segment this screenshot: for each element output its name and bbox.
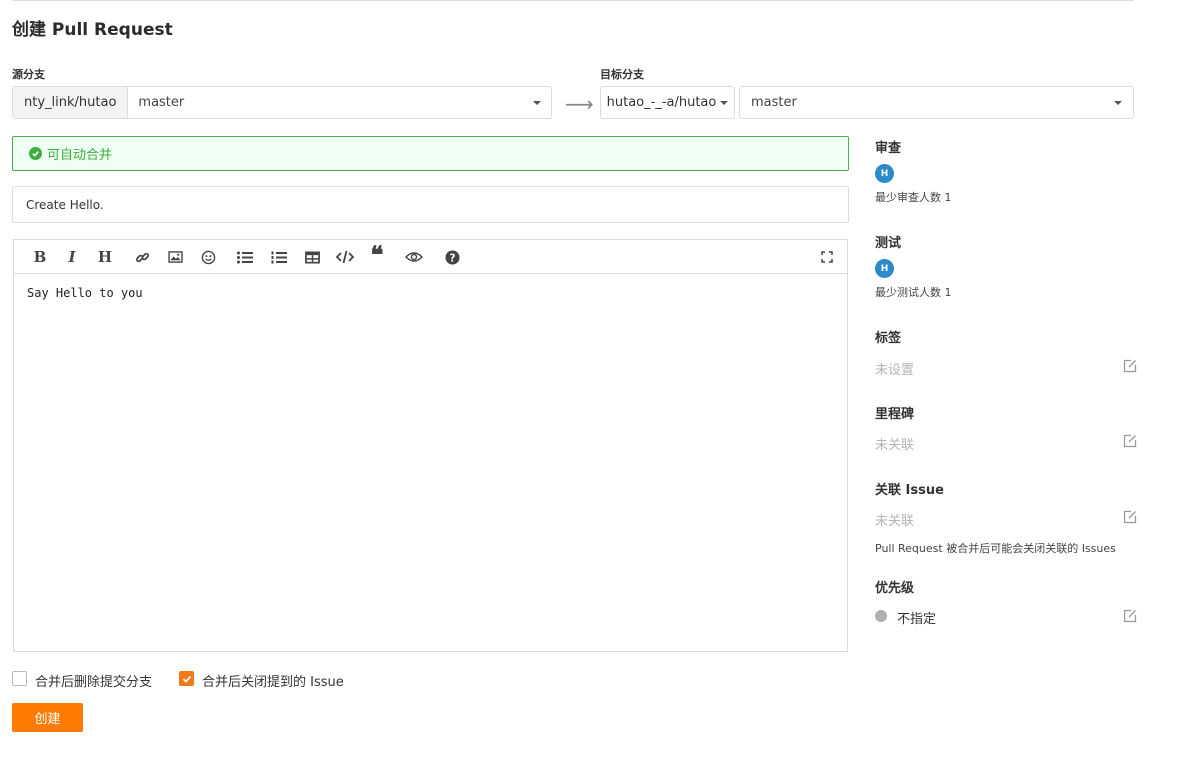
reviewer-avatar[interactable]: H [875,164,894,183]
italic-icon[interactable]: I [62,248,82,266]
page-title: 创建 Pull Request [12,20,173,40]
milestone-heading: 里程碑 [875,407,915,422]
chevron-down-icon [533,100,541,105]
review-heading: 审查 [875,141,902,156]
testing-heading: 测试 [875,236,902,251]
image-icon[interactable] [165,248,185,266]
create-button[interactable]: 创建 [12,703,83,732]
heading-icon[interactable]: H [95,248,115,266]
delete-branch-label: 合并后删除提交分支 [35,675,153,690]
edit-labels-icon[interactable] [1123,359,1137,373]
top-divider [12,0,1134,1]
source-repo: nty_link/hutao [13,87,129,118]
testing-note: 最少测试人数 1 [875,286,952,299]
milestone-value: 未关联 [875,438,915,453]
code-icon[interactable] [335,248,355,266]
edit-priority-icon[interactable] [1123,609,1137,623]
target-repo-value: hutao_-_-a/hutao [606,95,717,110]
quote-icon[interactable]: ❝ [367,240,387,269]
tester-avatar[interactable]: H [875,259,894,278]
pr-title-input[interactable] [12,186,849,223]
priority-heading: 优先级 [875,581,915,596]
issue-value: 未关联 [875,514,915,529]
check-circle-icon [29,147,42,160]
merge-status-text: 可自动合并 [47,148,113,163]
merge-status-banner: 可自动合并 [12,136,849,171]
link-icon[interactable] [132,248,152,266]
priority-dot-icon [875,610,887,622]
close-issue-label: 合并后关闭提到的 Issue [202,675,344,690]
review-note: 最少审查人数 1 [875,191,952,204]
labels-value: 未设置 [875,363,915,378]
target-branch-label: 目标分支 [600,68,644,81]
close-issue-checkbox[interactable] [179,671,194,686]
chevron-down-icon [720,100,729,105]
edit-issue-icon[interactable] [1123,510,1137,524]
source-branch-group: nty_link/hutao master [12,86,552,119]
bold-icon[interactable]: B [30,248,50,266]
arrow-right-icon: ⟶ [565,92,594,116]
checkmark-icon [182,675,191,683]
emoji-icon[interactable] [198,248,218,266]
fullscreen-icon[interactable] [817,248,837,266]
edit-milestone-icon[interactable] [1123,434,1137,448]
source-branch-label: 源分支 [12,68,45,81]
markdown-editor: B I H ❝ ? Say Hello to you [13,239,848,652]
chevron-down-icon [1114,100,1122,105]
target-branch-value: master [751,95,797,110]
delete-branch-checkbox[interactable] [12,671,27,686]
priority-value: 不指定 [897,612,937,627]
preview-icon[interactable] [404,248,424,266]
editor-textarea[interactable]: Say Hello to you [14,274,847,312]
target-branch-select[interactable]: master [739,86,1134,119]
editor-toolbar: B I H ❝ ? [14,240,847,274]
source-branch-select[interactable]: master [128,87,551,118]
unordered-list-icon[interactable] [235,248,255,266]
issue-note: Pull Request 被合并后可能会关闭关联的 Issues [875,542,1116,555]
issue-heading: 关联 Issue [875,483,944,498]
help-icon[interactable]: ? [442,248,462,266]
table-icon[interactable] [302,248,322,266]
labels-heading: 标签 [875,331,902,346]
ordered-list-icon[interactable] [269,248,289,266]
source-branch-value: master [138,95,185,110]
target-repo-select[interactable]: hutao_-_-a/hutao [600,86,735,119]
svg-text:?: ? [449,252,455,264]
